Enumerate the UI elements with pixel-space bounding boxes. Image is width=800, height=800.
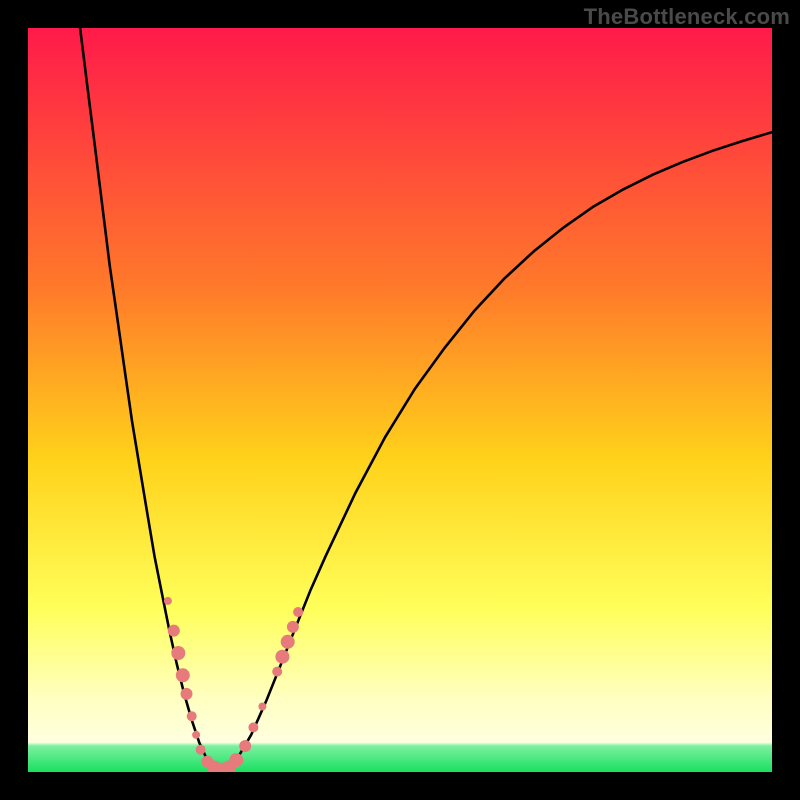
data-marker [164,597,172,605]
data-marker [176,668,190,682]
data-marker [248,722,258,732]
data-marker [293,607,303,617]
data-marker [272,667,282,677]
data-marker [229,753,243,767]
data-marker [196,745,206,755]
curve-markers [164,597,303,772]
chart-frame: TheBottleneck.com [0,0,800,800]
data-marker [281,635,295,649]
data-marker [275,650,289,664]
bottleneck-curve [80,28,772,771]
data-marker [287,621,299,633]
data-marker [192,731,200,739]
watermark-text: TheBottleneck.com [584,4,790,30]
data-marker [171,646,185,660]
data-marker [168,625,180,637]
data-marker [239,740,251,752]
plot-area [28,28,772,772]
chart-svg [28,28,772,772]
data-marker [181,688,193,700]
data-marker [258,703,266,711]
data-marker [187,711,197,721]
